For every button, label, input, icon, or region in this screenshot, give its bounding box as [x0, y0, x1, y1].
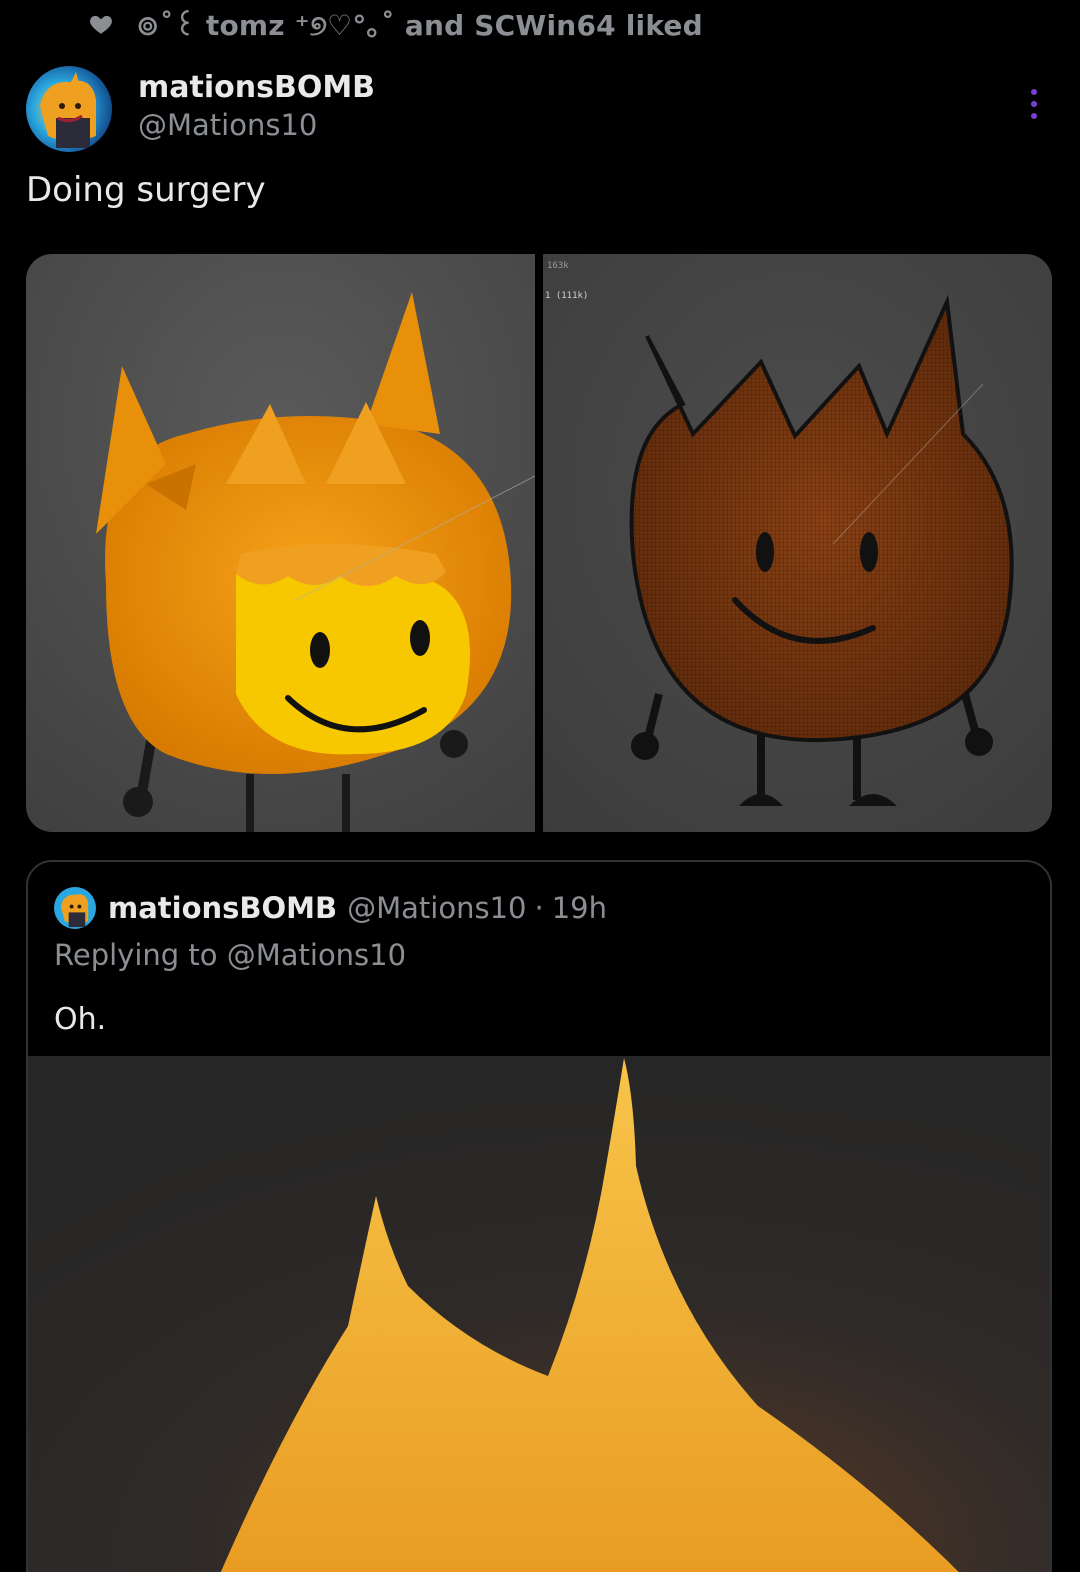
- media-grid: 163k 1 (111k): [26, 254, 1052, 832]
- quote-display-name[interactable]: mationsBOMB: [108, 891, 337, 925]
- tweet-text: Doing surgery: [26, 170, 266, 210]
- media-image-right[interactable]: 163k 1 (111k): [543, 254, 1052, 832]
- liked-by-text: ⊚˚꒰ tomz ⁺୭♡°｡˚ and SCWin64 liked: [136, 9, 703, 42]
- replying-to: Replying to @Mations10: [54, 938, 406, 972]
- avatar[interactable]: [26, 66, 112, 152]
- quote-timestamp[interactable]: 19h: [552, 891, 607, 925]
- replying-prefix: Replying to: [54, 938, 227, 972]
- overlay-stat-2: 1 (111k): [545, 291, 588, 301]
- social-context[interactable]: ⊚˚꒰ tomz ⁺୭♡°｡˚ and SCWin64 liked: [88, 6, 703, 42]
- author-display-name[interactable]: mationsBOMB: [138, 70, 375, 105]
- quote-media-image[interactable]: [28, 1056, 1050, 1572]
- more-vertical-icon: [1031, 89, 1037, 119]
- author-handle[interactable]: @Mations10: [138, 108, 317, 142]
- post-author-row: mationsBOMB @Mations10: [26, 66, 1054, 154]
- quoted-post[interactable]: mationsBOMB @Mations10 · 19h Replying to…: [26, 860, 1052, 1572]
- quote-header: mationsBOMB @Mations10 · 19h: [54, 886, 607, 930]
- quote-avatar[interactable]: [54, 887, 96, 929]
- overlay-stat-1: 163k: [547, 261, 569, 271]
- quote-separator: ·: [534, 891, 544, 925]
- media-image-left[interactable]: [26, 254, 535, 832]
- more-options-button[interactable]: [1022, 84, 1046, 124]
- heart-icon: [90, 15, 112, 34]
- quote-handle[interactable]: @Mations10: [347, 891, 526, 925]
- replying-mention[interactable]: @Mations10: [227, 938, 406, 972]
- quote-text: Oh.: [54, 1002, 107, 1037]
